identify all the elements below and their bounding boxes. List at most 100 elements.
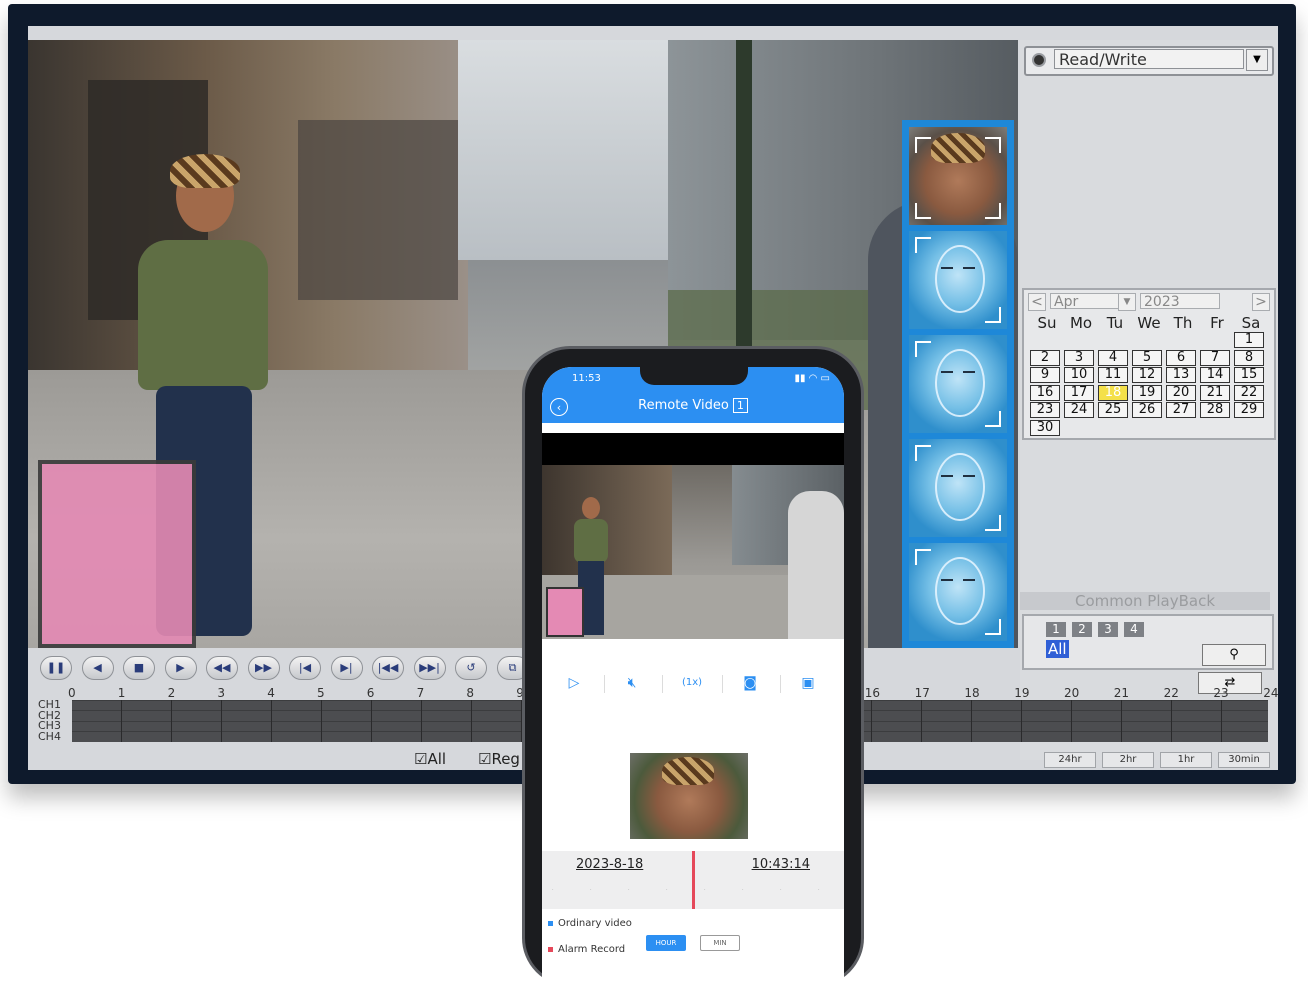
calendar-day[interactable]: 17 <box>1064 384 1094 401</box>
channel-button[interactable]: 1 <box>1046 622 1066 637</box>
calendar-day[interactable]: 21 <box>1200 384 1230 401</box>
channel-label: CH4 <box>38 729 61 743</box>
prev-month-icon[interactable]: < <box>1028 293 1046 311</box>
fast-forward-icon[interactable]: ▶▶ <box>247 656 280 680</box>
calendar-day[interactable]: 4 <box>1098 349 1128 366</box>
tick-mark: · <box>628 887 630 893</box>
calendar-day[interactable]: 8 <box>1234 349 1264 366</box>
face-capture-thumbnail[interactable] <box>909 127 1007 225</box>
calendar-day[interactable]: 22 <box>1234 384 1264 401</box>
mode-radio[interactable] <box>1032 53 1046 67</box>
calendar-day[interactable]: 28 <box>1200 402 1230 418</box>
next-file-icon[interactable]: ▶▶| <box>413 656 446 680</box>
calendar-day[interactable]: 12 <box>1132 367 1162 383</box>
calendar-day[interactable]: 2 <box>1030 349 1060 366</box>
calendar-day[interactable]: 11 <box>1098 367 1128 383</box>
rewind-icon[interactable]: ◀◀ <box>206 656 238 680</box>
zoom-button[interactable]: 24hr <box>1044 752 1096 768</box>
calendar-day[interactable]: 23 <box>1030 402 1060 418</box>
hour-label: 24 <box>1263 686 1278 700</box>
prev-icon[interactable]: ◀ <box>81 656 114 680</box>
corner-bracket <box>915 445 931 461</box>
calendar-day[interactable]: 1 <box>1234 332 1264 348</box>
speed-icon[interactable]: (1x) <box>672 671 712 695</box>
play-icon[interactable]: ▷ <box>554 671 594 695</box>
chevron-down-icon[interactable]: ▼ <box>1246 49 1268 71</box>
camera-icon[interactable]: ◙ <box>730 671 770 695</box>
check-all[interactable]: ☑All <box>414 750 446 768</box>
calendar-day[interactable]: 27 <box>1166 402 1196 418</box>
thumb-headwrap <box>662 757 714 785</box>
calendar-day[interactable]: 26 <box>1132 402 1162 418</box>
face-thumbnail[interactable] <box>630 753 748 839</box>
zoom-button[interactable]: 30min <box>1218 752 1270 768</box>
zoom-button[interactable]: 1hr <box>1160 752 1212 768</box>
calendar-day[interactable]: 19 <box>1132 384 1162 401</box>
channel-button[interactable]: 4 <box>1124 622 1144 637</box>
mute-icon[interactable]: 🔇︎ <box>612 671 652 695</box>
face-slot[interactable] <box>909 543 1007 641</box>
phone-timeline[interactable]: 2023-8-18 10:43:14 · · · · · · · · <box>542 851 844 909</box>
eye-icon <box>963 475 975 482</box>
step-back-icon[interactable]: |◀ <box>289 656 321 680</box>
face-slot[interactable] <box>909 335 1007 433</box>
stop-icon[interactable]: ■ <box>123 656 155 680</box>
calendar-day[interactable]: 6 <box>1166 349 1196 366</box>
year-field[interactable]: 2023 <box>1140 293 1220 310</box>
calendar-day[interactable]: 3 <box>1064 349 1094 366</box>
eye-icon <box>963 371 975 378</box>
min-button[interactable]: MIN <box>700 935 740 951</box>
hour-label: 2 <box>167 686 176 700</box>
channel-button[interactable]: 3 <box>1098 622 1118 637</box>
calendar-day[interactable]: 9 <box>1030 367 1060 383</box>
month-dropdown-icon[interactable]: ▼ <box>1118 293 1136 311</box>
check-reg-label: Reg <box>491 750 520 768</box>
calendar-day[interactable]: 16 <box>1030 384 1060 401</box>
record-icon[interactable]: ▣ <box>788 671 828 695</box>
calendar-day[interactable]: 25 <box>1098 402 1128 418</box>
calendar-day[interactable]: 15 <box>1234 367 1264 383</box>
calendar-day[interactable]: 7 <box>1200 349 1230 366</box>
divider <box>780 675 781 693</box>
phone-video[interactable] <box>542 465 844 639</box>
page-title-text: Remote Video <box>638 398 729 413</box>
zoom-button[interactable]: 2hr <box>1102 752 1154 768</box>
pause-icon[interactable]: ❚❚ <box>40 656 72 680</box>
shopping-cart <box>38 460 196 648</box>
calendar-day[interactable]: 24 <box>1064 402 1094 418</box>
phone-header: ‹ Remote Video 1 <box>542 391 844 423</box>
alarm-swatch <box>548 947 553 952</box>
weekday-label: Sa <box>1241 314 1261 332</box>
check-reg[interactable]: ☑Reg <box>478 750 520 768</box>
face-slot[interactable] <box>909 231 1007 329</box>
calendar-day[interactable]: 13 <box>1166 367 1196 383</box>
calendar-day[interactable]: 29 <box>1234 402 1264 418</box>
timeline-cursor[interactable] <box>692 851 695 909</box>
next-month-icon[interactable]: > <box>1252 293 1270 311</box>
calendar-day[interactable]: 30 <box>1030 419 1060 436</box>
all-channels-button[interactable]: All <box>1046 640 1069 658</box>
play-icon[interactable]: ▶ <box>164 656 197 680</box>
prev-file-icon[interactable]: |◀◀ <box>372 656 404 680</box>
search-button[interactable]: ⚲ <box>1202 644 1266 666</box>
step-forward-icon[interactable]: ▶| <box>330 656 363 680</box>
mode-select[interactable]: Read/Write ▼ <box>1024 46 1274 76</box>
calendar-day[interactable]: 14 <box>1200 367 1230 383</box>
calendar-day[interactable]: 20 <box>1166 384 1196 401</box>
playback-time[interactable]: 10:43:14 <box>752 857 810 872</box>
face-slot[interactable] <box>909 439 1007 537</box>
hour-button[interactable]: HOUR <box>646 935 686 951</box>
calendar-day[interactable]: 5 <box>1132 349 1162 366</box>
hour-label: 21 <box>1113 686 1130 700</box>
hour-label: 16 <box>864 686 881 700</box>
loop-icon[interactable]: ↺ <box>455 656 487 680</box>
channel-badge[interactable]: 1 <box>732 398 748 413</box>
phone-screen: 11:53 ▮▮ ◠ ▭ ‹ Remote Video 1 ▷ 🔇︎ (1x) ◙ <box>542 367 844 987</box>
channel-button[interactable]: 2 <box>1072 622 1092 637</box>
playback-date[interactable]: 2023-8-18 <box>576 857 643 872</box>
hour-label: 3 <box>217 686 226 700</box>
calendar-day[interactable]: 18 <box>1098 384 1128 401</box>
calendar-day[interactable]: 10 <box>1064 367 1094 383</box>
phone-notch <box>640 367 748 385</box>
check-all-label: All <box>427 750 447 768</box>
